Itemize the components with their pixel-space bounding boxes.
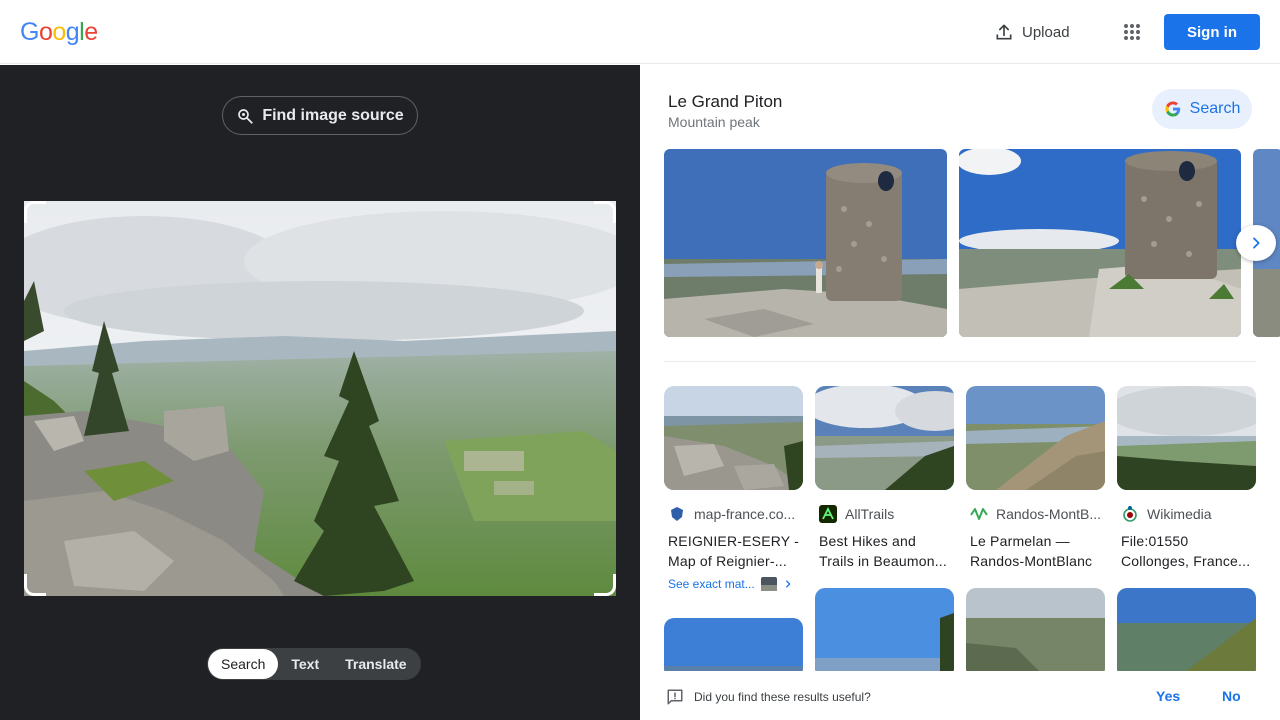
upload-icon (996, 24, 1012, 40)
result-card[interactable]: map-france.co... REIGNIER-ESERY - Map of… (664, 386, 803, 591)
result-title-line: File:01550 (1121, 533, 1189, 549)
lens-search-icon (238, 108, 253, 124)
feedback-no-button[interactable]: No (1222, 688, 1241, 704)
crop-handle-top-left[interactable] (24, 201, 46, 223)
result-title-line: Collonges, France... (1121, 553, 1251, 569)
result-card[interactable]: AllTrails Best Hikes and Trails in Beaum… (815, 386, 954, 571)
google-g-icon (1165, 101, 1180, 117)
result-title-line: Trails in Beaumon... (819, 553, 947, 569)
crop-handle-top-right[interactable] (594, 201, 616, 223)
entity-search-button[interactable]: Search (1152, 89, 1252, 129)
feedback-yes-button[interactable]: Yes (1156, 688, 1180, 704)
result-source-label: Randos-MontB... (996, 506, 1102, 522)
tab-translate[interactable]: Translate (332, 649, 419, 679)
result-source[interactable]: map-france.co... (664, 505, 803, 523)
result-thumbnail[interactable] (966, 386, 1105, 490)
apps-button[interactable] (1114, 14, 1150, 50)
result-thumbnail[interactable] (815, 386, 954, 490)
result-title[interactable]: Le Parmelan — Randos-MontBlanc (966, 531, 1105, 571)
crop-handle-bottom-left[interactable] (24, 574, 46, 596)
entity-image[interactable] (959, 149, 1241, 337)
chevron-right-icon (1253, 237, 1260, 249)
see-exact-matches-link[interactable]: See exact mat... (664, 577, 803, 591)
tab-search[interactable]: Search (208, 649, 279, 679)
top-header: Google Upload Sign in (0, 0, 1280, 64)
logo-letter: o (38, 18, 53, 46)
result-card[interactable]: Wikimedia File:01550 Collonges, France..… (1117, 386, 1256, 571)
result-card[interactable]: Randos-MontB... Le Parmelan — Randos-Mon… (966, 386, 1105, 571)
entity-subtitle: Mountain peak (668, 114, 760, 130)
result-source-label: Wikimedia (1147, 506, 1212, 522)
result-title-line: Le Parmelan — (970, 533, 1070, 549)
result-source[interactable]: Randos-MontB... (966, 505, 1105, 523)
entity-title[interactable]: Le Grand Piton (668, 92, 782, 112)
logo-letter: o (52, 18, 66, 46)
exact-match-thumbnail-icon (760, 577, 777, 591)
result-source[interactable]: AllTrails (815, 505, 954, 523)
result-source-label: AllTrails (845, 506, 895, 522)
logo-letter: G (20, 18, 39, 46)
result-title[interactable]: Best Hikes and Trails in Beaumon... (815, 531, 954, 571)
results-pane: Le Grand Piton Mountain peak Search map-… (640, 65, 1280, 720)
result-thumbnail[interactable] (966, 588, 1105, 678)
google-logo[interactable]: Google (20, 18, 98, 47)
logo-letter: g (65, 18, 80, 46)
upload-label: Upload (1022, 23, 1070, 41)
section-divider (664, 361, 1256, 362)
logo-letter: e (84, 18, 98, 46)
query-image[interactable] (24, 201, 616, 596)
result-title[interactable]: File:01550 Collonges, France... (1117, 531, 1256, 571)
tab-text[interactable]: Text (278, 649, 332, 679)
upload-button[interactable]: Upload (982, 12, 1082, 52)
see-exact-label: See exact mat... (668, 577, 755, 591)
find-image-source-button[interactable]: Find image source (222, 96, 418, 135)
result-thumbnail[interactable] (664, 386, 803, 490)
alltrails-icon (819, 505, 837, 523)
result-thumbnail[interactable] (1117, 588, 1256, 678)
randos-montblanc-icon (970, 505, 988, 523)
result-title-line: Map of Reignier-... (668, 553, 787, 569)
feedback-bar: Did you find these results useful? Yes N… (640, 671, 1280, 720)
result-thumbnail[interactable] (815, 588, 954, 678)
result-title-line: REIGNIER-ESERY - (668, 533, 800, 549)
mode-tabs: Search Text Translate (207, 648, 421, 680)
map-france-favicon-icon (668, 505, 686, 523)
apps-grid-icon (1124, 24, 1140, 40)
next-images-button[interactable] (1236, 225, 1276, 261)
crop-handle-bottom-right[interactable] (594, 574, 616, 596)
find-source-label: Find image source (262, 106, 404, 124)
entity-image[interactable] (664, 149, 947, 337)
result-source-label: map-france.co... (694, 506, 796, 522)
result-thumbnail[interactable] (1117, 386, 1256, 490)
result-source[interactable]: Wikimedia (1117, 505, 1256, 523)
sign-in-button[interactable]: Sign in (1164, 14, 1260, 50)
wikimedia-icon (1121, 505, 1139, 523)
result-title-line: Best Hikes and (819, 533, 916, 549)
feedback-question: Did you find these results useful? (694, 690, 871, 704)
result-thumbnail[interactable] (664, 618, 803, 678)
image-pane: Find image source Search Text Translate (0, 65, 640, 720)
chevron-right-icon (785, 580, 791, 588)
result-title[interactable]: REIGNIER-ESERY - Map of Reignier-... (664, 531, 803, 571)
feedback-icon (667, 689, 683, 705)
entity-search-label: Search (1189, 100, 1241, 117)
result-title-line: Randos-MontBlanc (970, 553, 1093, 569)
